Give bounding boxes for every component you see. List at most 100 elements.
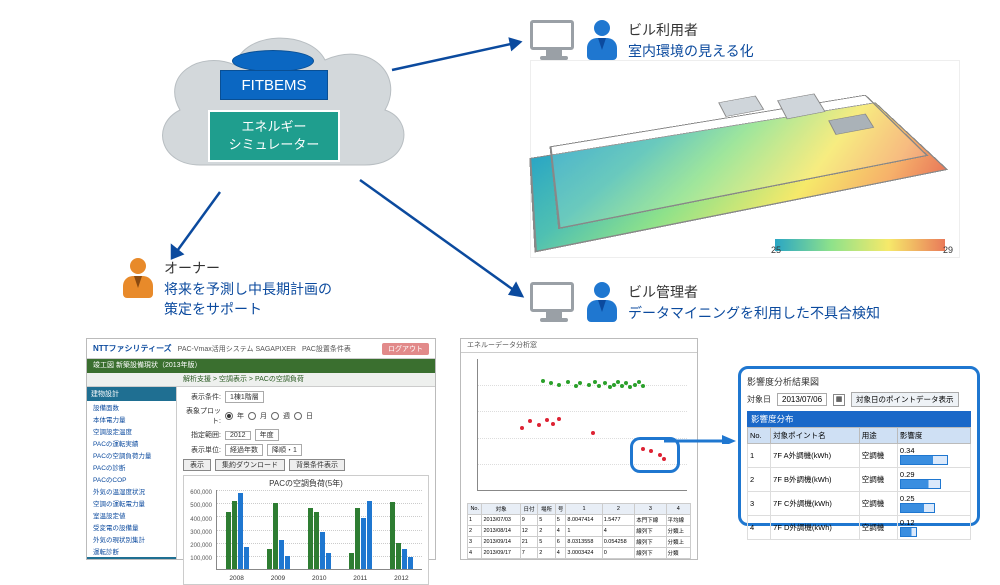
- pac-load-chart: PACの空調負荷(5年) 600,000500,000400,000300,00…: [183, 475, 429, 585]
- owner-app-screenshot: NTTファシリティーズ PAC-Vmax活用システム SAGAPIXER PAC…: [86, 338, 436, 560]
- scatter-point: [593, 380, 597, 384]
- bar: [396, 543, 401, 569]
- radio-day[interactable]: [294, 412, 302, 420]
- scatter-point: [608, 385, 612, 389]
- user-desc: 室内環境の見える化: [628, 42, 754, 62]
- sidebar-item[interactable]: 室温設定値: [87, 509, 176, 521]
- scatter-point: [551, 422, 555, 426]
- monitor-icon: [530, 20, 578, 62]
- scatter-title: エネルーデータ分析窓: [461, 339, 697, 353]
- unit-select[interactable]: 年度: [255, 429, 279, 441]
- sidebar-item[interactable]: PACの空調負荷力量: [87, 449, 176, 461]
- sidebar-item[interactable]: 設備面数: [87, 401, 176, 413]
- logout-button[interactable]: ログアウト: [382, 343, 429, 355]
- sidebar-item[interactable]: PACのCOP: [87, 473, 176, 485]
- owner-desc: 将来を予測し中長期計画の 策定をサポート: [164, 280, 332, 319]
- sidebar-item[interactable]: 本体電力量: [87, 413, 176, 425]
- scatter-point: [566, 380, 570, 384]
- app-logo: NTTファシリティーズ: [93, 343, 172, 354]
- scatter-point: [612, 383, 616, 387]
- dropdown[interactable]: 1棟1階層: [225, 391, 264, 403]
- chart-title: PACの空調負荷(5年): [184, 478, 428, 489]
- bar: [355, 508, 360, 569]
- display-button[interactable]: 表示: [183, 459, 211, 471]
- scatter-point: [597, 384, 601, 388]
- app-tabbar[interactable]: 竣工図 新築設備現状（2013年版）: [87, 359, 435, 373]
- radio-month[interactable]: [248, 412, 256, 420]
- sidebar-item[interactable]: PACの運転実績: [87, 437, 176, 449]
- scatter-point: [591, 431, 595, 435]
- scatter-point: [545, 418, 549, 422]
- date-input[interactable]: 2013/07/06: [777, 393, 827, 406]
- scatter-point: [628, 385, 632, 389]
- scatter-point: [528, 419, 532, 423]
- scatter-point: [616, 380, 620, 384]
- bar: [232, 501, 237, 569]
- bar: [244, 547, 249, 569]
- bar: [408, 557, 413, 569]
- bar: [308, 508, 313, 569]
- admin-role: ビル管理者: [628, 282, 880, 302]
- scatter-point: [641, 384, 645, 388]
- sidebar-item[interactable]: 運転診断: [87, 545, 176, 557]
- app-system-name: PAC-Vmax活用システム SAGAPIXER: [178, 344, 296, 354]
- sim-line1: エネルギー: [241, 119, 306, 134]
- bar: [361, 518, 366, 569]
- owner-role: オーナー: [164, 258, 332, 278]
- bar: [390, 502, 395, 569]
- heatmap-legend: [775, 239, 945, 251]
- sidebar-item[interactable]: PACの診断: [87, 461, 176, 473]
- sidebar-item[interactable]: 外気の現状別集計: [87, 533, 176, 545]
- influence-table: No.対象ポイント名用途影響度17F A外調機(kWh)空調機0.34 27F …: [747, 427, 971, 540]
- scatter-point: [574, 384, 578, 388]
- scatter-data-table: No.対象日付場所号123412013/07/039558.00474141.5…: [467, 503, 691, 555]
- sim-line2: シミュレーター: [229, 137, 320, 152]
- scatter-point: [537, 423, 541, 427]
- show-point-data-button[interactable]: 対象日のポイントデータ表示: [851, 392, 959, 407]
- user-persona: ビル利用者 室内環境の見える化: [530, 20, 754, 62]
- sort-select[interactable]: 降順・1: [267, 444, 302, 456]
- radio-week[interactable]: [271, 412, 279, 420]
- person-icon: [584, 20, 620, 62]
- owner-persona: オーナー 将来を予測し中長期計画の 策定をサポート: [120, 258, 332, 319]
- section-header: 影響度分布: [747, 411, 971, 427]
- scatter-point: [633, 383, 637, 387]
- database-icon: [232, 50, 314, 72]
- sidebar-header: 建物設計: [87, 387, 176, 401]
- calendar-icon[interactable]: ▦: [833, 394, 845, 406]
- room-environment-render: 25 29: [530, 60, 960, 258]
- bar: [226, 512, 231, 569]
- legend-max: 29: [943, 245, 953, 255]
- date-label: 対象日: [747, 394, 771, 405]
- sidebar-item[interactable]: 空調の運転電力量: [87, 497, 176, 509]
- breadcrumb: 解析支援 > 空調表示 > PACの空調負荷: [87, 373, 435, 387]
- cloud-group: FITBEMS エネルギー シミュレーター: [140, 15, 420, 205]
- monitor-icon: [530, 282, 578, 324]
- year-select[interactable]: 2012: [225, 431, 251, 440]
- scatter-point: [587, 383, 591, 387]
- bar: [402, 549, 407, 569]
- sidebar-item[interactable]: 受変電の設備量: [87, 521, 176, 533]
- csv-button[interactable]: 集約ダウンロード: [215, 459, 285, 471]
- bar: [320, 532, 325, 569]
- sidebar-item[interactable]: 外気の温湿度状況: [87, 485, 176, 497]
- energy-simulator-label: エネルギー シミュレーター: [208, 110, 340, 162]
- bar: [238, 493, 243, 569]
- label: 表示単位:: [183, 445, 221, 455]
- sidebar-item[interactable]: 空調設定温度: [87, 425, 176, 437]
- scatter-point: [637, 380, 641, 384]
- scatter-point: [620, 384, 624, 388]
- influence-detail-panel: 影響度分析結果図 対象日 2013/07/06 ▦ 対象日のポイントデータ表示 …: [738, 366, 980, 526]
- app-sidebar: 建物設計設備面数本体電力量空調設定温度PACの運転実績PACの空調負荷力量PAC…: [87, 387, 177, 559]
- admin-persona: ビル管理者 データマイニングを利用した不具合検知: [530, 282, 880, 324]
- interval-select[interactable]: 経過年数: [225, 444, 263, 456]
- print-button[interactable]: 背景条件表示: [289, 459, 345, 471]
- bar: [349, 553, 354, 569]
- radio-year[interactable]: [225, 412, 233, 420]
- fitbems-label: FITBEMS: [220, 70, 328, 100]
- bar: [285, 556, 290, 569]
- bar: [326, 553, 331, 569]
- bar: [267, 549, 272, 569]
- bar: [279, 540, 284, 569]
- label: 表示条件:: [183, 392, 221, 402]
